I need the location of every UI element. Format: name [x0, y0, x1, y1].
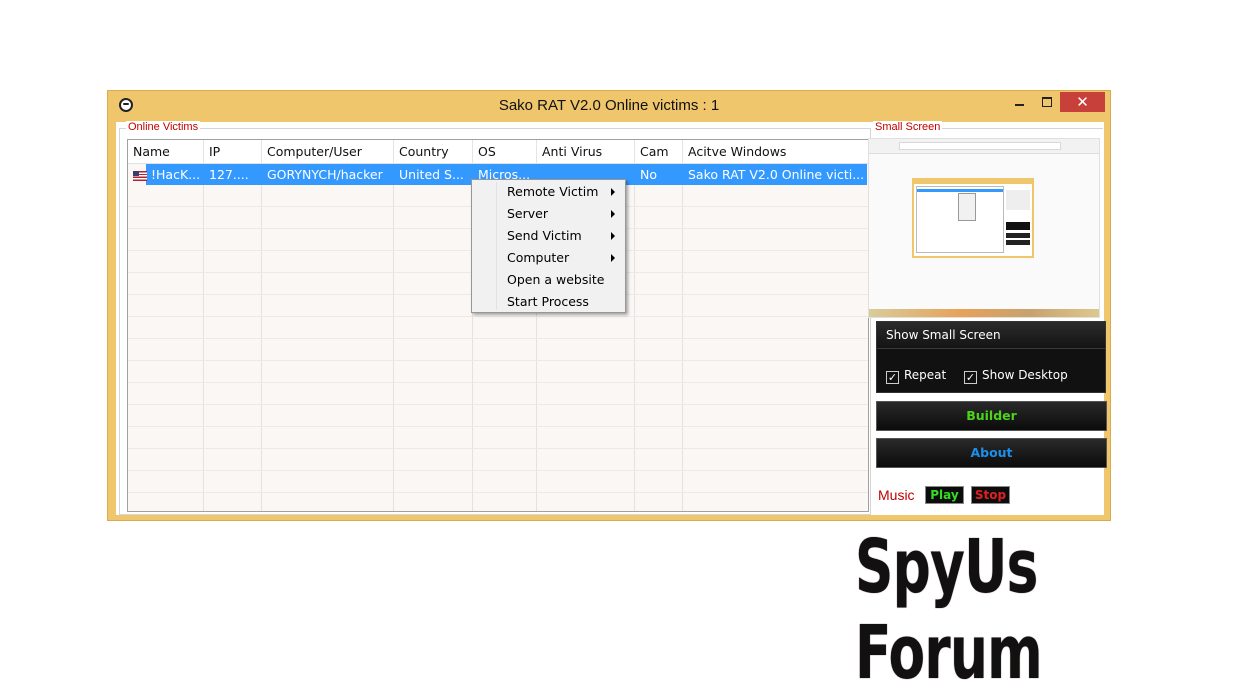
close-button[interactable]: ✕ [1060, 92, 1105, 112]
grid-column-line [203, 140, 204, 511]
small-screen-preview [868, 138, 1100, 318]
grid-row-line [128, 338, 868, 339]
minimize-button[interactable] [1006, 92, 1033, 112]
grid-row-line [128, 492, 868, 493]
grid-column-line [393, 140, 394, 511]
about-button[interactable]: About [876, 438, 1107, 468]
preview-side-panel [1006, 222, 1030, 230]
column-header-name[interactable]: Name [128, 140, 204, 163]
grid-row-line [128, 426, 868, 427]
title-bar[interactable]: Sako RAT V2.0 Online victims : 1 ✕ [108, 91, 1110, 121]
menu-item-label: Server [507, 206, 548, 221]
close-icon: ✕ [1076, 93, 1089, 111]
preview-taskbar [869, 309, 1099, 317]
column-header-country[interactable]: Country [394, 140, 473, 163]
menu-item-label: Computer [507, 250, 570, 265]
show-desktop-label: Show Desktop [982, 368, 1068, 382]
submenu-arrow-icon [611, 210, 615, 218]
preview-client [914, 184, 1032, 256]
column-header-os[interactable]: OS [473, 140, 537, 163]
preview-browser-bar [869, 139, 1099, 154]
preview-address-bar [899, 142, 1061, 150]
menu-item-start-process[interactable]: Start Process [474, 291, 623, 313]
menu-item-remote-victim[interactable]: Remote Victim [474, 181, 623, 203]
online-victims-legend: Online Victims [126, 121, 201, 133]
submenu-arrow-icon [611, 188, 615, 196]
spyus-forum-watermark: SpyUs Forum [855, 524, 1219, 696]
preview-side-screen [1006, 190, 1030, 210]
grid-column-line [634, 140, 635, 511]
preview-side-button [1006, 233, 1030, 238]
show-desktop-checkbox[interactable]: ✓ Show Desktop [964, 367, 1068, 384]
menu-item-label: Open a website [507, 272, 605, 287]
menu-item-label: Remote Victim [507, 184, 599, 199]
cell-name: !HacK... [151, 167, 201, 182]
repeat-check-icon: ✓ [886, 371, 899, 384]
repeat-checkbox[interactable]: ✓ Repeat [886, 367, 947, 384]
grid-row-line [128, 316, 868, 317]
grid-column-line [261, 140, 262, 511]
submenu-arrow-icon [611, 232, 615, 240]
window-title: Sako RAT V2.0 Online victims : 1 [498, 97, 720, 114]
show-small-screen-button[interactable]: Show Small Screen [877, 322, 1105, 349]
grid-row-line [128, 448, 868, 449]
cell-ip: 127.... [209, 167, 249, 182]
us-flag-icon [133, 171, 147, 181]
preview-selected-row [917, 189, 1003, 192]
repeat-label: Repeat [904, 368, 947, 382]
column-header-computer-user[interactable]: Computer/User [262, 140, 394, 163]
builder-button[interactable]: Builder [876, 401, 1107, 431]
menu-item-send-victim[interactable]: Send Victim [474, 225, 623, 247]
small-screen-panel: Show Small Screen ✓ Repeat ✓ Show Desktop [876, 321, 1106, 393]
submenu-arrow-icon [611, 254, 615, 262]
small-screen-legend: Small Screen [873, 121, 943, 133]
table-header: Name IP Computer/User Country OS Anti Vi… [128, 140, 868, 164]
menu-item-server[interactable]: Server [474, 203, 623, 225]
cell-computer-user: GORYNYCH/hacker [267, 167, 383, 182]
menu-item-computer[interactable]: Computer [474, 247, 623, 269]
context-menu: Remote Victim Server Send Victim Compute… [471, 179, 626, 313]
small-screen-group: Small Screen [873, 121, 1103, 138]
cell-country: United S... [399, 167, 464, 182]
music-label: Music [878, 487, 915, 503]
column-header-anti-virus[interactable]: Anti Virus [537, 140, 635, 163]
preview-context-menu [958, 193, 976, 221]
cell-active-window: Sako RAT V2.0 Online victi... [688, 167, 865, 182]
grid-row-line [128, 360, 868, 361]
column-header-active-windows[interactable]: Acitve Windows [683, 140, 868, 163]
column-header-cam[interactable]: Cam [635, 140, 683, 163]
grid-row-line [128, 404, 868, 405]
grid-row-line [128, 470, 868, 471]
grid-column-line [682, 140, 683, 511]
maximize-button[interactable] [1033, 92, 1060, 112]
column-header-ip[interactable]: IP [204, 140, 262, 163]
stop-button[interactable]: Stop [971, 486, 1010, 504]
show-desktop-check-icon: ✓ [964, 371, 977, 384]
preview-window-thumbnail [912, 178, 1034, 258]
menu-item-label: Start Process [507, 294, 589, 309]
menu-item-open-website[interactable]: Open a website [474, 269, 623, 291]
watermark-text: SpyUs Forum [855, 524, 1043, 696]
menu-item-label: Send Victim [507, 228, 582, 243]
grid-row-line [128, 382, 868, 383]
preview-side-button [1006, 240, 1030, 245]
cell-cam: No [640, 167, 657, 182]
play-button[interactable]: Play [925, 486, 964, 504]
